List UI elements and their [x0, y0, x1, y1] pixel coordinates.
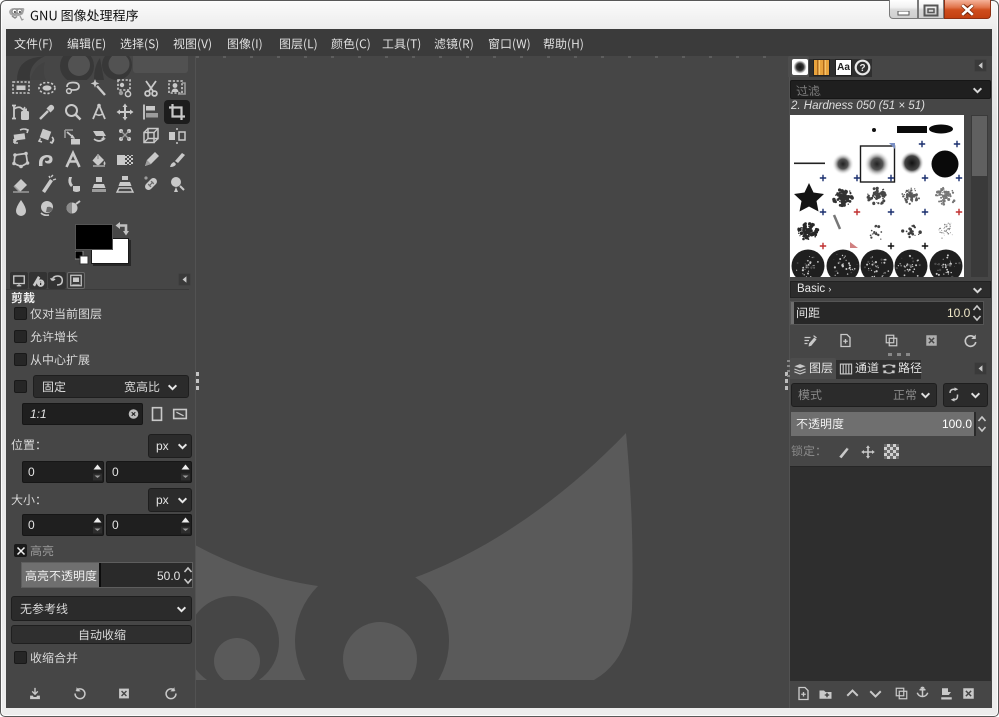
svg-text:?: ? [859, 63, 865, 74]
